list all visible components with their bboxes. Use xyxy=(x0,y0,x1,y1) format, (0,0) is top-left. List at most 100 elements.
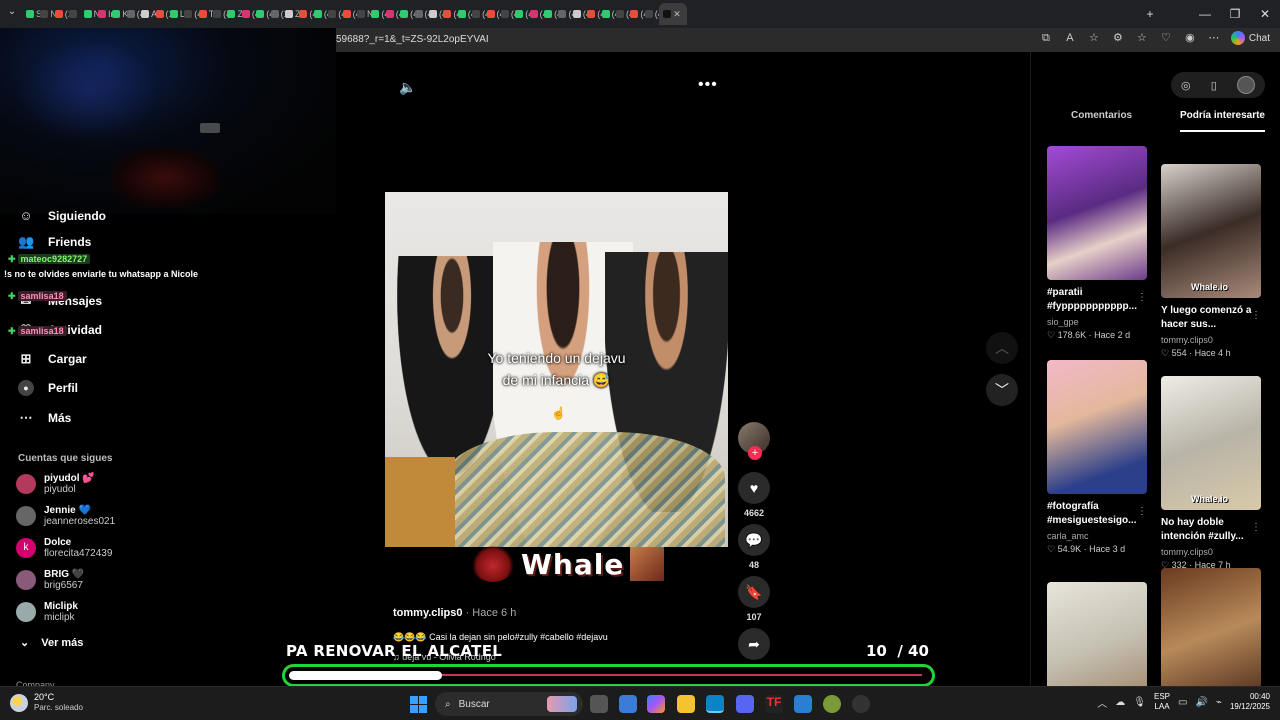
browser-tab[interactable]: A xyxy=(141,3,156,25)
card-title[interactable]: No hay doble intención #zully... xyxy=(1161,516,1261,544)
card-title[interactable]: Y luego comenzó a hacer sus... xyxy=(1161,304,1261,332)
card-title[interactable]: #fotografía #mesiguestesigo... xyxy=(1047,500,1147,528)
share-button[interactable]: ➦ xyxy=(738,628,770,660)
like-button[interactable]: ♥ xyxy=(738,472,770,504)
close-tab-icon[interactable]: ✕ xyxy=(673,9,681,20)
card-user[interactable]: tommy.clips0 xyxy=(1161,335,1261,345)
browser-tab[interactable]: St xyxy=(26,3,40,25)
follow-plus-icon[interactable]: + xyxy=(748,446,762,460)
tab-you-may-like[interactable]: Podría interesarte xyxy=(1179,110,1265,132)
restore-button[interactable]: ❐ xyxy=(1220,7,1250,21)
video-thumbnail[interactable] xyxy=(1047,360,1147,494)
health-icon[interactable]: ♡ xyxy=(1159,31,1173,45)
browser-tab[interactable]: (4 xyxy=(328,3,343,25)
browser-tab[interactable]: (4 xyxy=(601,3,616,25)
browser-tab[interactable]: (4 xyxy=(342,3,357,25)
browser-tab[interactable]: (1 xyxy=(155,3,170,25)
browser-tab[interactable]: (4 xyxy=(414,3,429,25)
nav-friends[interactable]: 👥 Friends xyxy=(18,234,91,250)
nav-profile[interactable]: ● Perfil xyxy=(18,380,78,396)
minimize-button[interactable]: — xyxy=(1190,7,1220,21)
browser-tab[interactable]: (1 xyxy=(270,3,285,25)
browser-tab[interactable]: (4 xyxy=(644,3,659,25)
comment-button[interactable]: 💬 xyxy=(738,524,770,556)
followed-account[interactable]: BRIG 🖤 brig6567 xyxy=(16,569,84,591)
menu-dots-icon[interactable]: ⋯ xyxy=(1207,31,1221,45)
browser-tab[interactable]: (4 xyxy=(400,3,415,25)
browser-tab[interactable]: (1 xyxy=(54,3,69,25)
video-thumbnail[interactable]: X3 xyxy=(1161,568,1261,702)
volume-tray-icon[interactable]: 🔊 xyxy=(1195,697,1207,708)
browser-tab[interactable]: (4 xyxy=(428,3,443,25)
favorites-icon[interactable]: ☆ xyxy=(1135,31,1149,45)
followed-account[interactable]: Miclipk miclipk xyxy=(16,601,78,623)
extensions-icon[interactable]: ⚙ xyxy=(1111,31,1125,45)
recommended-video-card[interactable]: Whale.io No hay doble intención #zully...… xyxy=(1161,376,1261,571)
recommended-video-card[interactable]: #fotografía #mesiguestesigo... ⋮ carla_amc… xyxy=(1047,360,1147,555)
browser-tab[interactable]: (4 xyxy=(558,3,573,25)
edge-icon[interactable] xyxy=(706,695,724,713)
recommended-video-card[interactable]: #paratii #fyppppppppppp... ⋮ sio_gpe ♡ 178.… xyxy=(1047,146,1147,341)
clock[interactable]: 00:40 19/12/2025 xyxy=(1230,692,1270,712)
browser-tab[interactable]: N xyxy=(83,3,98,25)
more-options-icon[interactable]: ••• xyxy=(698,76,718,94)
browser-tab[interactable]: (4 xyxy=(385,3,400,25)
browser-tab[interactable]: (4 xyxy=(500,3,515,25)
previous-video-button[interactable]: ︿ xyxy=(986,332,1018,364)
mic-icon[interactable]: 🎙 xyxy=(1133,697,1146,708)
video-thumbnail[interactable]: Whale.io xyxy=(1161,164,1261,298)
close-window-button[interactable]: ✕ xyxy=(1250,7,1280,21)
browser-tab[interactable]: (4 xyxy=(313,3,328,25)
recommended-video-card[interactable]: Whale.io Y luego comenzó a hacer sus... ⋮ t… xyxy=(1161,164,1261,359)
save-button[interactable]: 🔖 xyxy=(738,576,770,608)
card-more-icon[interactable]: ⋮ xyxy=(1137,292,1147,303)
video-thumbnail[interactable]: Whale.io xyxy=(1161,376,1261,510)
author-name[interactable]: tommy.clips0 xyxy=(393,607,463,619)
tab-comments[interactable]: Comentarios xyxy=(1047,110,1156,132)
app-blue-icon[interactable] xyxy=(794,695,812,713)
browser-tab[interactable]: N xyxy=(40,3,55,25)
video-author[interactable]: tommy.clips0 · Hace 6 h xyxy=(393,607,516,619)
card-user[interactable]: tommy.clips0 xyxy=(1161,547,1261,557)
profile-avatar-icon[interactable]: ◉ xyxy=(1183,31,1197,45)
browser-tab[interactable]: N xyxy=(356,3,371,25)
taskbar-search[interactable]: ⌕ Buscar xyxy=(435,692,583,716)
browser-tab[interactable]: (4 xyxy=(184,3,199,25)
translate-icon[interactable]: A xyxy=(1063,31,1077,45)
browser-tab[interactable]: In xyxy=(97,3,112,25)
nav-more[interactable]: ⋯ Más xyxy=(18,410,72,426)
tab-list-dropdown-icon[interactable]: ⌄ xyxy=(4,6,20,22)
followed-account[interactable]: k Dolce florecita472439 xyxy=(16,537,112,559)
browser-tab[interactable]: Ti xyxy=(198,3,213,25)
device-icon[interactable]: ▯ xyxy=(1211,79,1217,92)
browser-tab[interactable]: (4 xyxy=(443,3,458,25)
browser-tab[interactable]: (4 xyxy=(572,3,587,25)
open-in-app-icon[interactable]: ⧉ xyxy=(1039,31,1053,45)
discord-icon[interactable] xyxy=(736,695,754,713)
followed-account[interactable]: piyudol 💕 piyudol xyxy=(16,473,95,495)
browser-tab[interactable]: (4 xyxy=(616,3,630,25)
browser-tab[interactable]: (4 xyxy=(529,3,544,25)
card-user[interactable]: sio_gpe xyxy=(1047,317,1147,327)
card-user[interactable]: carla_amc xyxy=(1047,531,1147,541)
browser-tab[interactable]: (4 xyxy=(126,3,141,25)
coin-icon[interactable]: ◎ xyxy=(1181,79,1191,92)
browser-tab[interactable]: (4 xyxy=(515,3,530,25)
browser-tab[interactable]: Zi xyxy=(227,3,242,25)
url-text[interactable]: 59688?_r=1&_t=ZS-92L2opEYVAI xyxy=(336,34,489,45)
language-indicator[interactable]: ESP LAA xyxy=(1154,692,1170,712)
favorite-star-icon[interactable]: ☆ xyxy=(1087,31,1101,45)
store-icon[interactable] xyxy=(619,695,637,713)
active-browser-tab[interactable]: ✕ xyxy=(659,3,688,25)
browser-tab[interactable]: (4 xyxy=(256,3,271,25)
start-button[interactable] xyxy=(410,696,427,713)
volume-icon[interactable]: 🔈 xyxy=(399,79,416,96)
battery-icon[interactable]: ⌁ xyxy=(1216,697,1222,708)
app-green-icon[interactable] xyxy=(823,695,841,713)
copilot-app-icon[interactable] xyxy=(647,695,665,713)
copilot-chat-button[interactable]: Chat xyxy=(1230,31,1270,45)
card-more-icon[interactable]: ⋮ xyxy=(1251,310,1261,321)
see-more-button[interactable]: ⌄ Ver más xyxy=(20,636,83,650)
card-more-icon[interactable]: ⋮ xyxy=(1137,506,1147,517)
app-obs-icon[interactable] xyxy=(852,695,870,713)
